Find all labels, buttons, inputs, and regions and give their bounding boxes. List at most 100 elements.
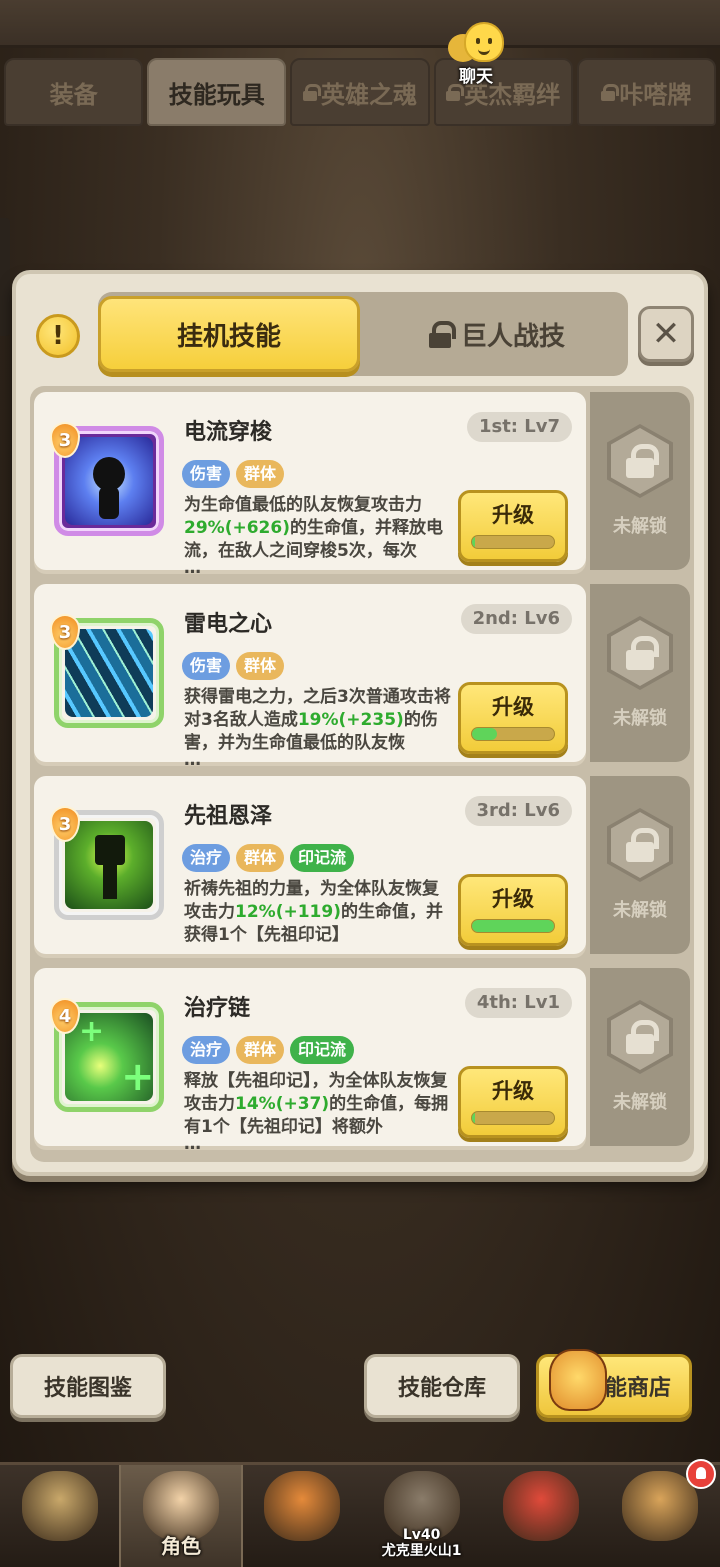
skill-name: 治疗链	[184, 996, 251, 1021]
skill-rank: 2nd: Lv6	[460, 604, 572, 634]
hero-avatar	[21, 1471, 98, 1541]
upgrade-progress-fill	[472, 728, 497, 740]
skill-list: 3 电流穿梭 1st: Lv7 伤害 群体 为生命值最低的队友恢复攻击力29%(+…	[30, 386, 694, 1162]
locked-slot[interactable]: 未解锁	[590, 776, 690, 954]
skill-tag: 治疗	[182, 844, 231, 872]
skill-row: 3 电流穿梭 1st: Lv7 伤害 群体 为生命值最低的队友恢复攻击力29%(+…	[34, 392, 690, 577]
skill-card[interactable]: 4 治疗链 4th: Lv1 治疗群体印记流 释放【先祖印记】，为全体队友恢复攻…	[34, 968, 586, 1154]
upgrade-progress	[471, 727, 555, 741]
tab-giant-skills[interactable]: 巨人战技	[366, 296, 628, 372]
skill-tag: 群体	[236, 460, 285, 488]
nav-item-2[interactable]	[243, 1465, 362, 1567]
upgrade-button[interactable]: 升级	[458, 682, 568, 754]
upgrade-button[interactable]: 升级	[458, 490, 568, 562]
notification-bell-icon[interactable]	[685, 1459, 716, 1489]
electric-skill-art	[65, 437, 153, 525]
more-ellipsis: …	[184, 1134, 201, 1154]
skill-tag: 群体	[236, 652, 285, 680]
info-icon[interactable]: !	[36, 314, 80, 358]
locked-label: 未解锁	[613, 1092, 667, 1113]
chat-button[interactable]: 聊天	[436, 20, 516, 88]
skill-storage-button[interactable]: 技能仓库	[364, 1354, 520, 1418]
hero-avatar	[502, 1471, 579, 1541]
skill-name: 雷电之心	[184, 612, 273, 637]
skill-row: 4 治疗链 4th: Lv1 治疗群体印记流 释放【先祖印记】，为全体队友恢复攻…	[34, 968, 690, 1154]
upgrade-button[interactable]: 升级	[458, 874, 568, 946]
nav-item-0[interactable]	[0, 1465, 119, 1567]
chain-skill-art	[65, 1013, 155, 1101]
skill-tag: 伤害	[182, 460, 231, 488]
locked-slot[interactable]: 未解锁	[590, 584, 690, 762]
top-tab-2[interactable]: 英雄之魂	[290, 58, 430, 126]
skill-codex-button[interactable]: 技能图鉴	[10, 1354, 166, 1418]
upgrade-label: 升级	[492, 1079, 534, 1103]
nav-item-5[interactable]	[601, 1459, 720, 1567]
top-tab-0[interactable]: 装备	[4, 58, 144, 126]
skill-rank: 4th: Lv1	[464, 988, 572, 1018]
hero-avatar	[622, 1471, 699, 1541]
top-tab-label: 技能玩具	[168, 80, 265, 109]
lock-icon	[303, 84, 321, 101]
upgrade-label: 升级	[492, 695, 534, 719]
side-handle[interactable]	[0, 218, 10, 336]
nav-item-3[interactable]: Lv40 尤克里火山1	[362, 1465, 481, 1567]
skill-description: 释放【先祖印记】，为全体队友恢复攻击力14%(+37)的生命值，每拥有1个【先祖…	[184, 1070, 454, 1154]
lock-icon	[601, 84, 620, 101]
nav-item-4[interactable]	[481, 1465, 600, 1567]
upgrade-button[interactable]: 升级	[458, 1066, 568, 1138]
hero-avatar	[264, 1471, 341, 1541]
shop-mascot-icon	[549, 1349, 607, 1411]
skill-tag: 治疗	[182, 1036, 231, 1064]
locked-slot[interactable]: 未解锁	[590, 392, 690, 570]
ancestor-skill-art	[65, 821, 153, 909]
skill-tag: 伤害	[182, 652, 231, 680]
lock-icon	[626, 1020, 659, 1054]
top-tab-4[interactable]: 咔嗒牌	[576, 58, 717, 126]
locked-slot[interactable]: 未解锁	[590, 968, 690, 1146]
skill-name: 先祖恩泽	[184, 804, 273, 829]
skill-rank: 1st: Lv7	[466, 412, 572, 442]
skill-rank: 3rd: Lv6	[464, 796, 572, 826]
top-tab-1[interactable]: 技能玩具	[147, 58, 287, 126]
bottom-navbar: 角色 Lv40 尤克里火山1	[0, 1459, 720, 1567]
skill-shop-button[interactable]: 技能商店	[536, 1349, 692, 1418]
locked-label: 未解锁	[613, 900, 667, 921]
lock-icon	[626, 828, 659, 862]
locked-label: 未解锁	[613, 708, 667, 729]
skill-tag: 印记流	[290, 844, 355, 872]
tab-idle-skills[interactable]: 挂机技能	[98, 296, 360, 372]
skill-row: 3 雷电之心 2nd: Lv6 伤害 群体 获得雷电之力，之后3次普通攻击将对3名…	[34, 584, 690, 769]
nav-item-1[interactable]: 角色	[119, 1465, 243, 1567]
tab-giant-skills-label: 巨人战技	[460, 321, 565, 352]
skill-card[interactable]: 3 雷电之心 2nd: Lv6 伤害 群体 获得雷电之力，之后3次普通攻击将对3名…	[34, 584, 586, 769]
skill-card[interactable]: 3 电流穿梭 1st: Lv7 伤害 群体 为生命值最低的队友恢复攻击力29%(+…	[34, 392, 586, 577]
upgrade-label: 升级	[492, 887, 534, 911]
skill-tag: 印记流	[290, 1036, 355, 1064]
skill-tag: 群体	[236, 1036, 285, 1064]
lock-icon	[626, 636, 659, 670]
nav-locked-label: Lv40 尤克里火山1	[381, 1527, 462, 1559]
skill-description: 为生命值最低的队友恢复攻击力29%(+626)的生命值，并释放电流，在敌人之间穿…	[184, 494, 454, 577]
lock-icon	[626, 444, 659, 478]
upgrade-label: 升级	[492, 503, 534, 527]
lock-hex	[607, 616, 673, 690]
skill-tags: 治疗 群体 印记流	[182, 1036, 355, 1064]
upgrade-progress	[471, 535, 555, 549]
skill-description: 获得雷电之力，之后3次普通攻击将对3名敌人造成19%(+235)的伤害，并为生命…	[184, 686, 454, 769]
upgrade-progress-fill	[472, 1112, 476, 1124]
close-button[interactable]: ✕	[638, 306, 694, 362]
nav-label: 角色	[160, 1534, 201, 1558]
storm-skill-art	[65, 629, 153, 717]
skill-tags: 伤害 群体	[182, 460, 285, 488]
lock-hex	[607, 808, 673, 882]
upgrade-progress-fill	[472, 536, 476, 548]
close-icon: ✕	[651, 314, 681, 354]
skill-tags: 伤害 群体	[182, 652, 285, 680]
upgrade-progress	[471, 1111, 555, 1125]
top-tab-label: 英雄之魂	[321, 80, 417, 109]
skill-row: 3 先祖恩泽 3rd: Lv6 治疗 群体 印记流 祈祷先祖的力量，为全体队友恢复攻…	[34, 776, 690, 956]
skill-panel: ! 挂机技能 巨人战技 ✕ 3 电流穿梭 1st: Lv7 伤害 群体 为生命值最…	[12, 270, 708, 1176]
lock-hex	[607, 424, 673, 498]
skill-card[interactable]: 3 先祖恩泽 3rd: Lv6 治疗 群体 印记流 祈祷先祖的力量，为全体队友恢复攻…	[34, 776, 586, 954]
chat-icon	[444, 20, 508, 66]
